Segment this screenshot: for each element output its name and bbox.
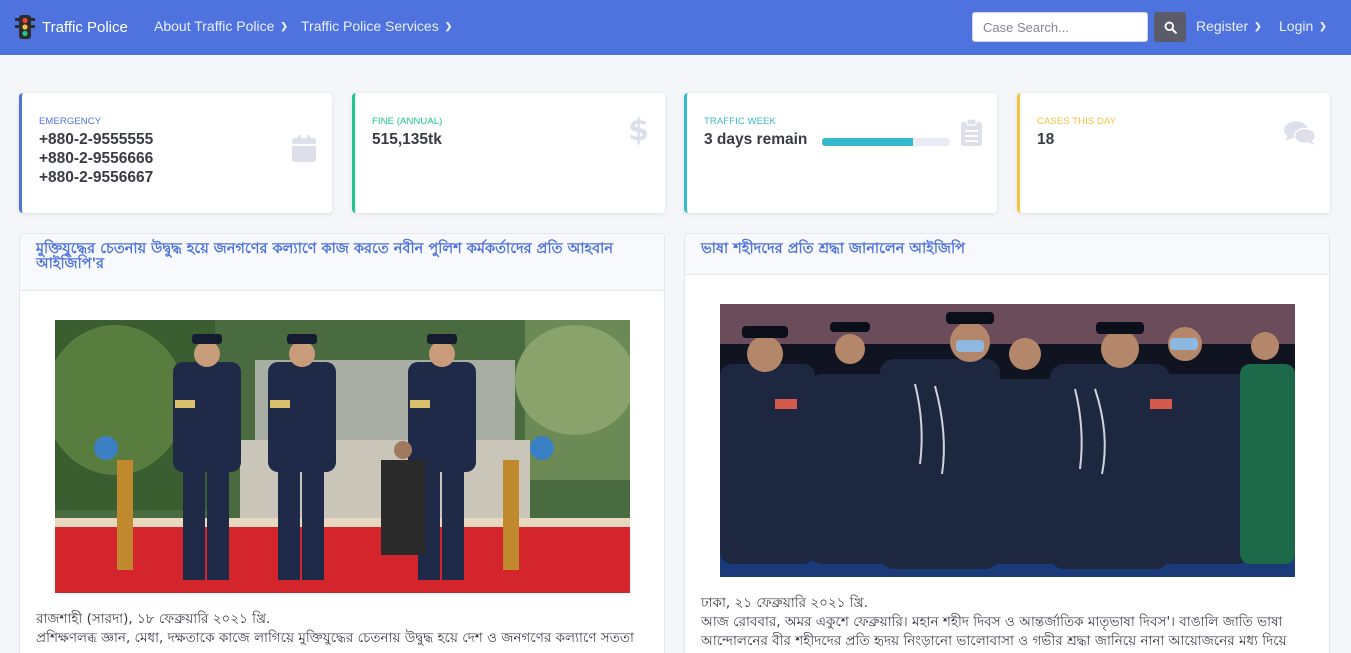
news-body: রাজশাহী (সারদা), ১৮ ফেব্রুয়ারি ২০২১ খ্র…: [36, 610, 648, 648]
search-icon: [1164, 21, 1177, 34]
news-dateline: রাজশাহী (সারদা), ১৮ ফেব্রুয়ারি ২০২১ খ্র…: [36, 611, 271, 627]
emergency-phone-3: +880-2-9556667: [39, 169, 154, 186]
top-navbar: Traffic Police About Traffic Police ❯ Tr…: [0, 0, 1351, 55]
news-excerpt: আজ রোববার, অমর একুশে ফেব্রুয়ারি। মহান শ…: [701, 614, 1287, 649]
news-title[interactable]: মুক্তিযুদ্ধের চেতনায় উদ্বুদ্ধ হয়ে জনগণ…: [36, 242, 648, 272]
news-card-header: মুক্তিযুদ্ধের চেতনায় উদ্বুদ্ধ হয়ে জনগণ…: [20, 234, 664, 291]
chevron-right-icon: ❯: [280, 20, 288, 31]
traffic-week-progress-fill: [822, 138, 913, 146]
nav-about-label: About Traffic Police: [154, 18, 275, 34]
news-dateline: ঢাকা, ২১ ফেব্রুয়ারি ২০২১ খ্রি.: [701, 595, 868, 611]
clipboard-icon: [961, 119, 982, 146]
nav-traffic-police-services[interactable]: Traffic Police Services ❯: [301, 18, 452, 34]
dollar-icon: $: [628, 113, 649, 148]
news-excerpt: প্রশিক্ষণলব্ধ জ্ঞান, মেধা, দক্ষতাকে কাজে…: [36, 630, 634, 646]
fine-value: 515,135tk: [372, 131, 442, 148]
brand-name: Traffic Police: [42, 18, 128, 36]
cases-label: CASES THIS DAY: [1037, 116, 1117, 127]
cases-value: 18: [1037, 131, 1055, 148]
cases-today-card: CASES THIS DAY 18: [1017, 93, 1330, 213]
case-search-input[interactable]: [972, 12, 1148, 42]
annual-fine-card: FINE (ANNUAL) 515,135tk $: [352, 93, 665, 213]
nav-register-label: Register: [1196, 18, 1249, 34]
news-body: ঢাকা, ২১ ফেব্রুয়ারি ২০২১ খ্রি. আজ রোববা…: [701, 594, 1313, 651]
emergency-phone-1: +880-2-9555555: [39, 131, 154, 148]
news-title[interactable]: ভাষা শহীদদের প্রতি শ্রদ্ধা জানালেন আইজিপ…: [701, 242, 1313, 257]
news-photo-igp-paying-tribute: [720, 304, 1295, 577]
nav-login[interactable]: Login ❯: [1279, 18, 1327, 34]
comments-icon: [1284, 121, 1316, 145]
chevron-right-icon: ❯: [1319, 20, 1327, 31]
traffic-light-icon: [15, 15, 35, 39]
nav-register[interactable]: Register ❯: [1196, 18, 1262, 34]
chevron-right-icon: ❯: [444, 20, 453, 31]
traffic-week-card: TRAFFIC WEEK 3 days remain: [684, 93, 997, 213]
fine-label: FINE (ANNUAL): [372, 116, 443, 127]
nav-services-label: Traffic Police Services: [301, 18, 439, 34]
nav-login-label: Login: [1279, 18, 1314, 34]
traffic-week-progress: [822, 138, 950, 146]
brand-link[interactable]: Traffic Police: [14, 14, 128, 40]
emergency-phone-2: +880-2-9556666: [39, 150, 154, 167]
news-card-header: ভাষা শহীদদের প্রতি শ্রদ্ধা জানালেন আইজিপ…: [685, 234, 1329, 275]
calendar-icon: [292, 135, 316, 162]
news-card-sarda: মুক্তিযুদ্ধের চেতনায় উদ্বুদ্ধ হয়ে জনগণ…: [19, 233, 665, 653]
emergency-label: EMERGENCY: [39, 116, 102, 127]
traffic-week-label: TRAFFIC WEEK: [704, 116, 776, 127]
search-button[interactable]: [1154, 12, 1186, 42]
news-card-language-martyrs: ভাষা শহীদদের প্রতি শ্রদ্ধা জানালেন আইজিপ…: [684, 233, 1330, 653]
nav-about-traffic-police[interactable]: About Traffic Police ❯: [154, 18, 288, 34]
news-photo-officers-saluting: [55, 320, 630, 593]
emergency-card: EMERGENCY +880-2-9555555 +880-2-9556666 …: [19, 93, 332, 213]
chevron-right-icon: ❯: [1254, 20, 1262, 31]
